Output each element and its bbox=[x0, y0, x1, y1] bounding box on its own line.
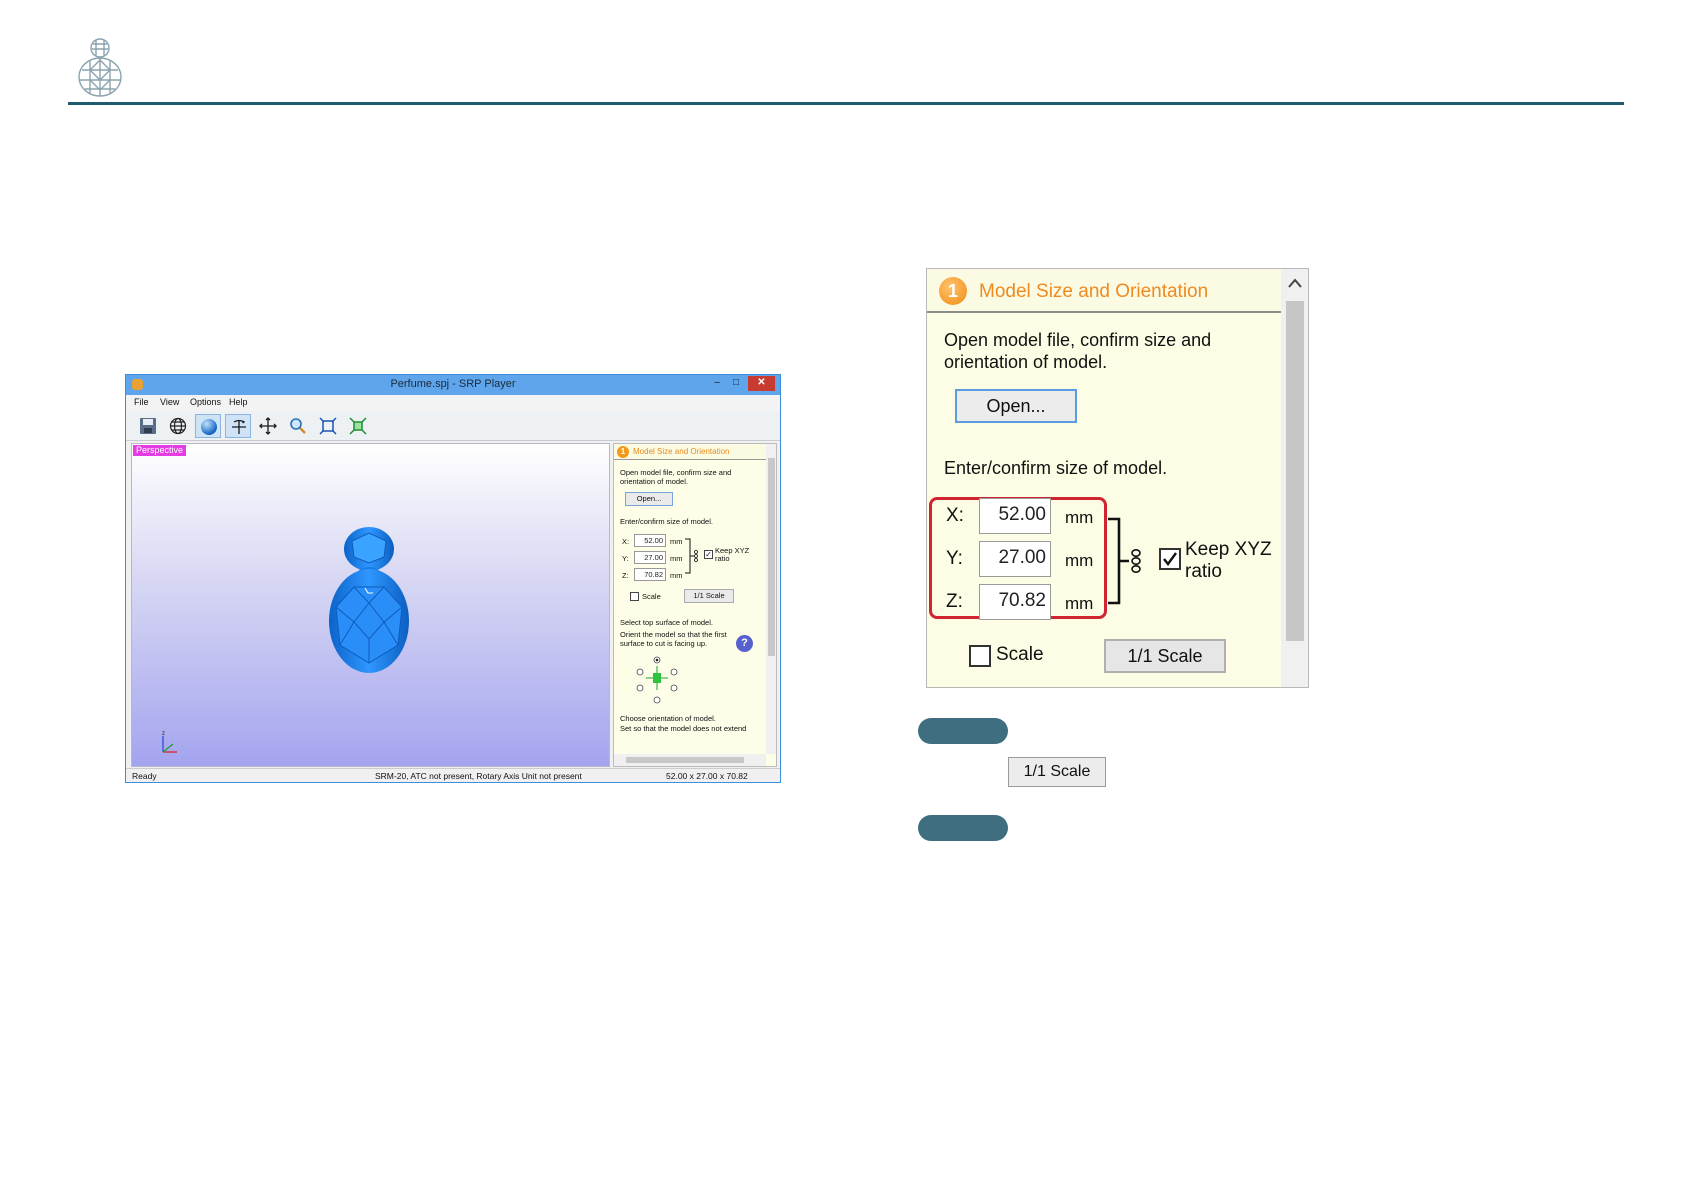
y-unit: mm bbox=[670, 554, 683, 563]
zoom-z-unit: mm bbox=[1065, 594, 1094, 613]
orientation-heading: Choose orientation of model. bbox=[620, 714, 716, 723]
orientation-picker-icon[interactable] bbox=[634, 656, 680, 704]
scroll-up-arrow-icon[interactable] bbox=[1287, 277, 1303, 289]
menu-bar: File View Options Help bbox=[126, 395, 780, 411]
3d-viewport[interactable]: Perspective z bbox=[131, 443, 610, 767]
keep-ratio-label: Keep XYZ ratio bbox=[715, 546, 750, 563]
step-number-icon: 1 bbox=[939, 277, 967, 305]
zoom-panel-scrollbar[interactable] bbox=[1281, 269, 1308, 687]
perspective-label: Perspective bbox=[133, 445, 187, 456]
fit-model-icon[interactable] bbox=[345, 414, 371, 438]
zoom-intro-line2: orientation of model. bbox=[944, 352, 1108, 372]
link-bracket-icon bbox=[685, 538, 698, 574]
zoom-intro-line1: Open model file, confirm size and bbox=[944, 330, 1212, 350]
zoom-panel-header: 1 Model Size and Orientation bbox=[927, 269, 1281, 313]
zoom-y-label: Y: bbox=[946, 548, 963, 569]
top-surface-text: Orient the model so that the first surfa… bbox=[620, 630, 727, 648]
zoom-y-size-input[interactable]: 27.00 bbox=[979, 541, 1051, 577]
zoom-size-heading: Enter/confirm size of model. bbox=[944, 458, 1168, 478]
panel-header: 1 Model Size and Orientation bbox=[614, 444, 766, 460]
perfume-bottle-model[interactable] bbox=[324, 527, 414, 677]
note-pill bbox=[918, 815, 1008, 841]
zoom-x-unit: mm bbox=[1065, 508, 1094, 527]
size-heading: Enter/confirm size of model. bbox=[620, 517, 713, 526]
zoom-keep-ratio-line2: ratio bbox=[1185, 561, 1222, 582]
top-surface-heading: Select top surface of model. bbox=[620, 618, 713, 627]
srp-player-window: Perfume.spj - SRP Player – □ ✕ File View… bbox=[125, 374, 781, 783]
step-number-icon: 1 bbox=[617, 446, 629, 458]
scrollbar-thumb[interactable] bbox=[768, 458, 775, 656]
minimize-button[interactable]: – bbox=[710, 376, 724, 391]
window-titlebar[interactable]: Perfume.spj - SRP Player – □ ✕ bbox=[126, 375, 780, 395]
scrollbar-thumb[interactable] bbox=[626, 757, 744, 763]
y-label: Y: bbox=[622, 554, 629, 563]
axis-triad-icon: z bbox=[162, 731, 177, 753]
status-bar: Ready SRM-20, ATC not present, Rotary Ax… bbox=[126, 768, 780, 782]
zoom-open-button[interactable]: Open... bbox=[955, 389, 1077, 423]
save-icon[interactable] bbox=[135, 414, 161, 438]
panel-horizontal-scrollbar[interactable] bbox=[614, 754, 766, 766]
window-title: Perfume.spj - SRP Player bbox=[390, 378, 516, 390]
faceted-bottle-logo-icon bbox=[78, 38, 122, 97]
menu-file[interactable]: File bbox=[134, 397, 149, 407]
z-label: Z: bbox=[622, 571, 629, 580]
rotate-view-icon[interactable] bbox=[225, 414, 251, 438]
zoom-icon[interactable] bbox=[285, 414, 311, 438]
orientation-text: Set so that the model does not extend bbox=[620, 724, 747, 733]
zoom-one-to-one-scale-button[interactable]: 1/1 Scale bbox=[1104, 639, 1226, 673]
svg-text:z: z bbox=[162, 731, 165, 737]
maximize-button[interactable]: □ bbox=[729, 376, 743, 391]
keep-ratio-checkbox[interactable]: ✓ bbox=[704, 550, 713, 559]
panel-intro: Open model file, confirm size and orient… bbox=[620, 468, 732, 486]
help-icon[interactable]: ? bbox=[736, 635, 753, 652]
scale-label: Scale bbox=[642, 592, 661, 601]
x-label: X: bbox=[622, 537, 630, 546]
zoom-panel-title: Model Size and Orientation bbox=[979, 281, 1209, 302]
open-button[interactable]: Open... bbox=[625, 492, 673, 506]
z-unit: mm bbox=[670, 571, 683, 580]
pan-icon[interactable] bbox=[255, 414, 281, 438]
panel-vertical-scrollbar[interactable] bbox=[766, 444, 776, 754]
inline-one-to-one-scale-button: 1/1 Scale bbox=[1008, 757, 1106, 787]
zoom-x-label: X: bbox=[946, 505, 964, 526]
zoom-y-unit: mm bbox=[1065, 551, 1094, 570]
zoom-keep-ratio-checkbox[interactable] bbox=[1159, 548, 1181, 570]
note-pill bbox=[918, 718, 1008, 744]
scale-checkbox[interactable] bbox=[630, 592, 639, 601]
status-ready: Ready bbox=[132, 771, 157, 781]
zoomed-size-panel: 1 Model Size and Orientation Open model … bbox=[926, 268, 1309, 688]
side-panel: 1 Model Size and Orientation Open model … bbox=[613, 443, 777, 767]
status-dimensions: 52.00 x 27.00 x 70.82 bbox=[666, 771, 748, 781]
one-to-one-scale-button[interactable]: 1/1 Scale bbox=[684, 589, 734, 603]
fit-view-icon[interactable] bbox=[315, 414, 341, 438]
toolbar bbox=[126, 411, 780, 441]
y-size-input[interactable]: 27.00 bbox=[634, 551, 666, 564]
zoom-z-label: Z: bbox=[946, 591, 963, 612]
zoom-scale-checkbox[interactable] bbox=[969, 645, 991, 667]
link-bracket-icon bbox=[1108, 517, 1141, 605]
panel-title: Model Size and Orientation bbox=[633, 447, 730, 456]
zoom-scale-label: Scale bbox=[996, 644, 1044, 665]
status-machine: SRM-20, ATC not present, Rotary Axis Uni… bbox=[375, 771, 582, 781]
menu-view[interactable]: View bbox=[160, 397, 179, 407]
zoom-x-size-input[interactable]: 52.00 bbox=[979, 498, 1051, 534]
menu-options[interactable]: Options bbox=[190, 397, 221, 407]
zoom-z-size-input[interactable]: 70.82 bbox=[979, 584, 1051, 620]
header-rule bbox=[68, 102, 1624, 105]
close-button[interactable]: ✕ bbox=[748, 376, 775, 391]
wireframe-globe-icon[interactable] bbox=[165, 414, 191, 438]
scrollbar-thumb[interactable] bbox=[1286, 301, 1304, 641]
zoom-keep-ratio-line1: Keep XYZ bbox=[1185, 539, 1272, 560]
x-unit: mm bbox=[670, 537, 683, 546]
z-size-input[interactable]: 70.82 bbox=[634, 568, 666, 581]
x-size-input[interactable]: 52.00 bbox=[634, 534, 666, 547]
menu-help[interactable]: Help bbox=[229, 397, 248, 407]
shaded-sphere-icon[interactable] bbox=[195, 414, 221, 438]
